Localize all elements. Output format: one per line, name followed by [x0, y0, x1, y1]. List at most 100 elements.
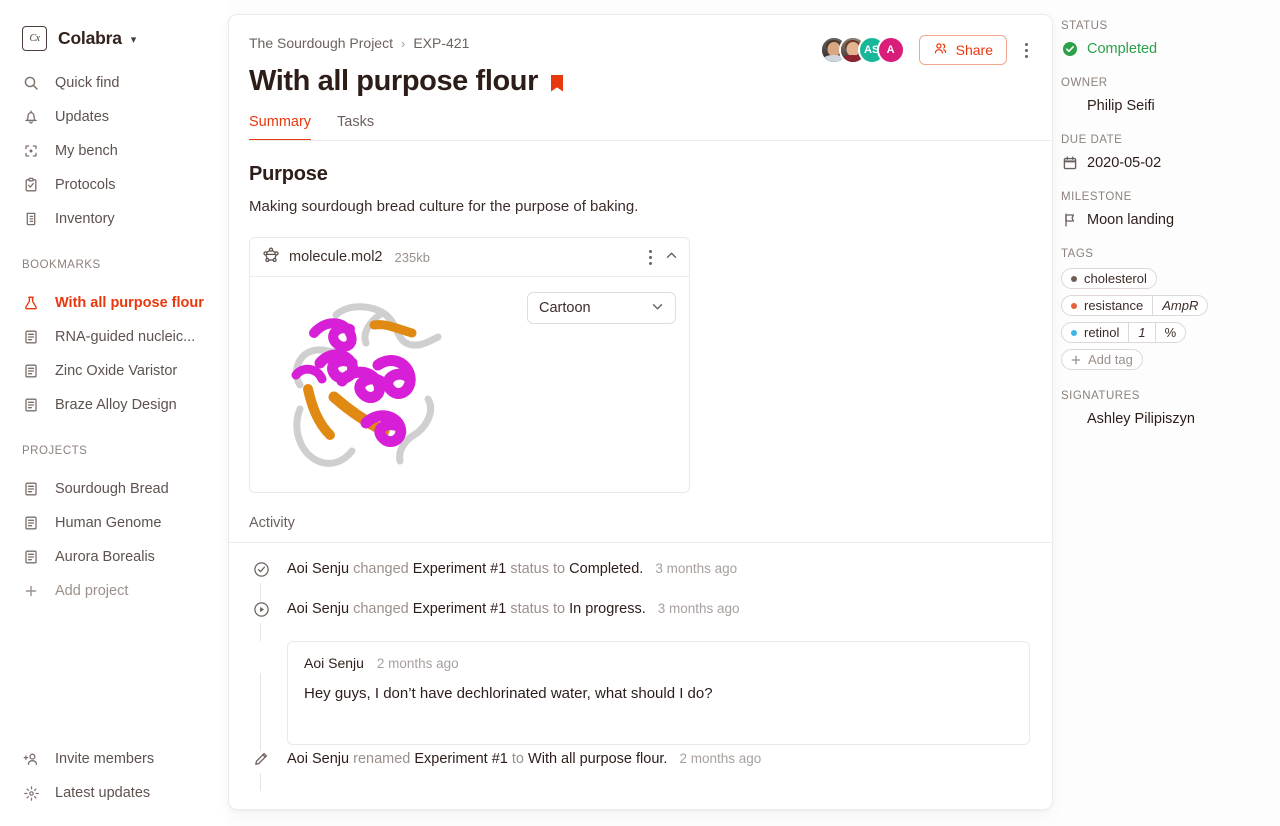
sidebar-item-label: Braze Alloy Design — [55, 397, 177, 413]
sidebar-item-with-all-purpose-flour[interactable]: With all purpose flour — [0, 286, 228, 320]
sidebar-item-label: Sourdough Bread — [55, 481, 169, 497]
plus-icon — [22, 582, 40, 600]
sidebar-item-label: My bench — [55, 143, 118, 159]
render-style-select[interactable]: Cartoon — [527, 292, 676, 324]
sidebar-item-aurora-borealis[interactable]: Aurora Borealis — [0, 540, 228, 574]
avatar-initials[interactable]: A — [876, 36, 905, 64]
document-icon — [22, 480, 40, 498]
workspace-switcher[interactable]: Cx Colabra ▾ — [0, 0, 228, 58]
sidebar-item-sourdough-bread[interactable]: Sourdough Bread — [0, 472, 228, 506]
molecule-icon — [262, 246, 280, 269]
invite-members-button[interactable]: Invite members — [0, 742, 228, 776]
bookmark-flag-icon[interactable] — [551, 74, 563, 92]
molecule-viewer[interactable]: Cartoon — [250, 277, 689, 492]
sidebar-item-label: Protocols — [55, 177, 116, 193]
share-button[interactable]: Share — [918, 35, 1007, 65]
activity-text: Aoi Senju renamed Experiment #1 to With … — [287, 749, 761, 789]
comment-author[interactable]: Aoi Senju — [304, 655, 364, 671]
sparkle-icon — [22, 784, 40, 802]
tab-summary[interactable]: Summary — [249, 114, 312, 141]
status-badge: Completed — [1087, 40, 1158, 57]
activity-actor[interactable]: Aoi Senju — [287, 601, 349, 617]
timeline-connector — [260, 773, 261, 791]
add-tag-button[interactable]: Add tag — [1061, 349, 1143, 370]
bookmarks-nav: With all purpose flour RNA-guided nuclei… — [0, 286, 228, 422]
beaker-icon — [22, 210, 40, 228]
comment-time: 2 months ago — [376, 656, 459, 671]
add-tag-segment: Add tag — [1062, 350, 1142, 369]
owner-row[interactable]: Philip Seifi — [1061, 97, 1262, 114]
milestone-row[interactable]: Moon landing — [1061, 211, 1262, 228]
molecule-filename: molecule.mol2 — [289, 249, 383, 265]
kebab-menu-icon[interactable] — [645, 244, 656, 271]
collaborator-avatars[interactable]: AS A — [819, 36, 905, 64]
kebab-menu-icon[interactable] — [1021, 37, 1032, 64]
activity-actor[interactable]: Aoi Senju — [287, 561, 349, 577]
status-row[interactable]: Completed — [1061, 40, 1262, 57]
owner-name: Philip Seifi — [1087, 97, 1155, 114]
due-date-row[interactable]: 2020-05-02 — [1061, 154, 1262, 171]
milestone-label: MILESTONE — [1061, 191, 1132, 203]
left-sidebar: Cx Colabra ▾ Quick find Updates My bench… — [0, 0, 228, 826]
page-title: With all purpose flour — [249, 65, 538, 97]
flag-icon — [1061, 211, 1078, 228]
signature-row[interactable]: Ashley Pilipiszyn — [1061, 410, 1262, 427]
card-header: The Sourdough Project › EXP-421 With all… — [229, 15, 1052, 141]
details-panel: STATUS Completed OWNER Philip Seifi DUE … — [1053, 0, 1280, 826]
sidebar-item-updates[interactable]: Updates — [0, 100, 228, 134]
chevron-down-icon — [651, 300, 664, 316]
sidebar-item-rna-guided-nucleic[interactable]: RNA-guided nucleic... — [0, 320, 228, 354]
tag-retinol[interactable]: retinol 1 % — [1061, 322, 1187, 343]
sidebar-item-zinc-oxide-varistor[interactable]: Zinc Oxide Varistor — [0, 354, 228, 388]
breadcrumb-item[interactable]: EXP-421 — [413, 35, 469, 51]
tag-cholesterol[interactable]: cholesterol — [1061, 268, 1157, 289]
activity-item-comment: Aoi Senju 2 months ago Hey guys, I don’t… — [249, 639, 1030, 751]
tag-name-segment: retinol — [1062, 323, 1128, 342]
due-date-value: 2020-05-02 — [1087, 154, 1162, 171]
activity-target: With all purpose flour. — [528, 751, 668, 767]
timeline-connector — [260, 673, 261, 751]
activity-object: Experiment #1 — [412, 601, 507, 617]
activity-heading: Activity — [229, 515, 1052, 543]
sidebar-item-human-genome[interactable]: Human Genome — [0, 506, 228, 540]
experiment-card: The Sourdough Project › EXP-421 With all… — [228, 14, 1053, 810]
tags-label: TAGS — [1061, 248, 1094, 260]
add-person-icon — [22, 750, 40, 768]
document-icon — [22, 328, 40, 346]
comment-card[interactable]: Aoi Senju 2 months ago Hey guys, I don’t… — [287, 641, 1030, 745]
sidebar-item-my-bench[interactable]: My bench — [0, 134, 228, 168]
breadcrumb-project[interactable]: The Sourdough Project — [249, 35, 393, 51]
people-icon — [933, 41, 948, 59]
tab-tasks[interactable]: Tasks — [337, 114, 374, 141]
activity-target: Completed. — [569, 561, 644, 577]
tag-color-dot — [1071, 329, 1077, 336]
latest-updates-button[interactable]: Latest updates — [0, 776, 228, 810]
breadcrumb-separator-icon: › — [400, 35, 406, 51]
bookmarks-section-label: BOOKMARKS — [22, 259, 101, 271]
activity-feed: Aoi Senju changed Experiment #1 status t… — [249, 543, 1030, 791]
projects-nav: Sourdough Bread Human Genome Aurora Bore… — [0, 472, 228, 608]
chevron-down-icon: ▾ — [130, 33, 137, 46]
due-date-label: DUE DATE — [1061, 134, 1123, 146]
sidebar-item-quick-find[interactable]: Quick find — [0, 66, 228, 100]
tag-color-dot — [1071, 275, 1077, 282]
sidebar-item-label: Inventory — [55, 211, 115, 227]
chevron-up-icon[interactable] — [665, 249, 678, 265]
tag-resistance[interactable]: resistance AmpR — [1061, 295, 1209, 316]
tag-color-dot — [1071, 302, 1077, 309]
sidebar-item-label: Latest updates — [55, 785, 151, 801]
sidebar-item-protocols[interactable]: Protocols — [0, 168, 228, 202]
add-tag-label: Add tag — [1088, 352, 1133, 367]
document-icon — [22, 548, 40, 566]
protein-cartoon-render — [291, 303, 442, 467]
workspace-name: Colabra — [58, 27, 122, 48]
comment-meta: Aoi Senju 2 months ago — [304, 655, 1013, 671]
activity-actor[interactable]: Aoi Senju — [287, 751, 349, 767]
add-project-button[interactable]: Add project — [0, 574, 228, 608]
sidebar-item-braze-alloy-design[interactable]: Braze Alloy Design — [0, 388, 228, 422]
sidebar-item-inventory[interactable]: Inventory — [0, 202, 228, 236]
check-circle-filled-icon — [1061, 40, 1078, 57]
avatar — [1061, 97, 1078, 114]
header-actions: AS A Share — [819, 35, 1032, 65]
